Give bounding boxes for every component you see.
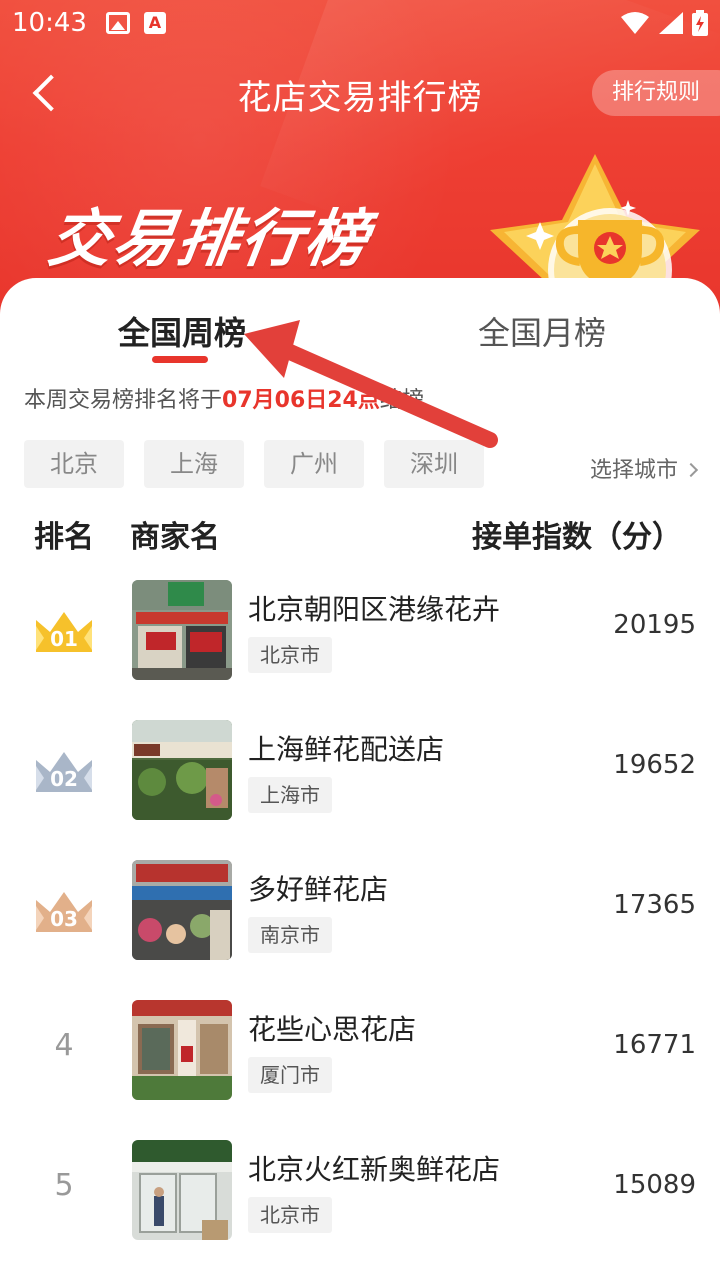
settlement-notice: 本周交易榜排名将于07月06日24点结榜 xyxy=(24,382,424,414)
notice-prefix: 本周交易榜排名将于 xyxy=(24,388,223,413)
status-time: 10:43 xyxy=(12,8,87,38)
ranking-row[interactable]: 4 花些心思花店 厦门市 16771 xyxy=(0,990,720,1130)
ranking-row[interactable]: 02 上海鲜花配送店 上海市 19652 xyxy=(0,710,720,850)
select-city-label: 选择城市 xyxy=(589,458,678,483)
rank-number: 5 xyxy=(54,1168,74,1203)
order-score: 19652 xyxy=(613,750,696,780)
city-chip-shanghai[interactable]: 上海 xyxy=(144,440,244,488)
shop-name: 上海鲜花配送店 xyxy=(248,733,445,766)
ranking-row[interactable]: 5 北京火红新奥鲜花店 北京市 15089 xyxy=(0,1130,720,1270)
notice-suffix: 结榜 xyxy=(379,388,424,413)
column-header-shop: 商家名 xyxy=(130,520,220,555)
shop-thumbnail xyxy=(132,580,232,680)
gold-crown-icon: 01 xyxy=(36,612,92,652)
select-city-button[interactable]: 选择城市 xyxy=(589,452,699,484)
city-chip-shenzhen[interactable]: 深圳 xyxy=(384,440,484,488)
city-chip-guangzhou[interactable]: 广州 xyxy=(264,440,364,488)
ranking-row[interactable]: 01 北京朝阳区港缘花卉 北京市 20195 xyxy=(0,570,720,710)
order-score: 17365 xyxy=(613,890,696,920)
shop-city-tag: 上海市 xyxy=(248,777,332,813)
shop-city-tag: 北京市 xyxy=(248,1197,332,1233)
order-score: 16771 xyxy=(613,1030,696,1060)
active-tab-indicator xyxy=(152,356,208,363)
gallery-notification-icon xyxy=(106,12,130,34)
status-bar: 10:43 A xyxy=(0,0,720,50)
column-header-rank: 排名 xyxy=(34,520,94,555)
bronze-crown-icon: 03 xyxy=(36,892,92,932)
chevron-right-icon xyxy=(683,462,699,478)
shop-city-tag: 厦门市 xyxy=(248,1057,332,1093)
nav-bar: 花店交易排行榜 排行规则 xyxy=(0,50,720,140)
column-header-score: 接单指数（分） xyxy=(472,520,682,555)
app-notification-icon: A xyxy=(144,12,166,34)
shop-thumbnail xyxy=(132,1140,232,1240)
city-filter: 北京 上海 广州 深圳 选择城市 xyxy=(24,440,699,490)
ranking-tabs: 全国周榜 全国月榜 xyxy=(0,278,720,378)
order-score: 20195 xyxy=(613,610,696,640)
signal-icon xyxy=(659,12,683,34)
ranking-row[interactable]: 03 多好鲜花店 南京市 17365 xyxy=(0,850,720,990)
city-chip-beijing[interactable]: 北京 xyxy=(24,440,124,488)
tab-national-monthly[interactable]: 全国月榜 xyxy=(478,308,606,354)
tab-national-weekly[interactable]: 全国周榜 xyxy=(118,308,246,354)
shop-name: 花些心思花店 xyxy=(248,1013,417,1046)
order-score: 15089 xyxy=(613,1170,696,1200)
shop-name: 多好鲜花店 xyxy=(248,873,389,906)
shop-city-tag: 北京市 xyxy=(248,637,332,673)
shop-city-tag: 南京市 xyxy=(248,917,332,953)
shop-thumbnail xyxy=(132,1000,232,1100)
ranking-list: 01 北京朝阳区港缘花卉 北京市 20195 02 上海鲜花配送店 上海市 19… xyxy=(0,570,720,1270)
shop-name: 北京火红新奥鲜花店 xyxy=(248,1153,501,1186)
shop-thumbnail xyxy=(132,860,232,960)
shop-name: 北京朝阳区港缘花卉 xyxy=(248,593,501,626)
rank-number: 4 xyxy=(54,1028,74,1063)
ranking-rules-button[interactable]: 排行规则 xyxy=(591,70,720,116)
notice-date: 07月06日24点 xyxy=(222,388,380,413)
svg-text:01: 01 xyxy=(50,627,78,651)
silver-crown-icon: 02 xyxy=(36,752,92,792)
ranking-card: 全国周榜 全国月榜 本周交易榜排名将于07月06日24点结榜 北京 上海 广州 … xyxy=(0,278,720,1280)
svg-text:02: 02 xyxy=(50,767,78,791)
banner-title: 交易排行榜 xyxy=(44,202,375,275)
battery-icon xyxy=(692,10,708,36)
shop-thumbnail xyxy=(132,720,232,820)
svg-text:03: 03 xyxy=(50,907,78,931)
wifi-icon xyxy=(621,12,649,34)
